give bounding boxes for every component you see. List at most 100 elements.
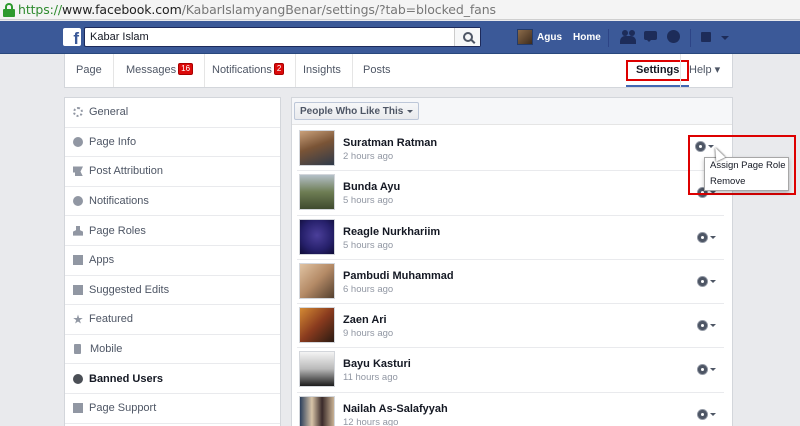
- person-name[interactable]: Zaen Ari: [343, 314, 387, 326]
- tab-posts[interactable]: Posts: [352, 54, 402, 87]
- list-item: Nailah As-Salafyyah 12 hours ago: [297, 393, 724, 426]
- list-item: Pambudi Muhammad 6 hours ago: [297, 260, 724, 305]
- profile-photo[interactable]: [299, 218, 335, 255]
- sidebar-item-general[interactable]: General: [65, 98, 280, 128]
- sidebar-item-page-support[interactable]: Page Support: [65, 394, 280, 424]
- tab-page[interactable]: Page: [65, 54, 114, 87]
- globe-icon: [73, 196, 83, 207]
- chevron-down-icon: [407, 110, 414, 116]
- messages-count-badge: 16: [178, 63, 194, 75]
- profile-link[interactable]: Agus: [537, 32, 562, 43]
- sidebar-item-apps[interactable]: Apps: [65, 246, 280, 276]
- tab-notifications[interactable]: Notifications 2: [201, 54, 297, 87]
- panel-header: People Who Like This: [292, 98, 732, 125]
- calendar-icon: [73, 284, 83, 295]
- gear-icon: [698, 409, 707, 419]
- person-name[interactable]: Bunda Ayu: [343, 181, 400, 193]
- profile-photo[interactable]: [299, 395, 335, 426]
- sidebar-item-page-roles[interactable]: Page Roles: [65, 216, 280, 246]
- list-item: Suratman Ratman 2 hours ago: [297, 127, 724, 172]
- tab-help[interactable]: Help ▾: [680, 54, 728, 87]
- tab-insights[interactable]: Insights: [292, 54, 353, 87]
- search-input[interactable]: Kabar Islam: [85, 31, 454, 43]
- sidebar-item-post-attribution[interactable]: Post Attribution: [65, 157, 280, 187]
- like-time: 5 hours ago: [343, 195, 394, 207]
- divider: [608, 29, 609, 47]
- ban-icon: [73, 373, 83, 384]
- sidebar-item-page-info[interactable]: Page Info: [65, 128, 280, 158]
- people-filter-dropdown[interactable]: People Who Like This: [294, 102, 420, 120]
- gear-icon: [73, 107, 83, 118]
- search-bar[interactable]: Kabar Islam: [84, 27, 481, 47]
- notifications-count-badge: 2: [273, 63, 285, 75]
- person-name[interactable]: Nailah As-Salafyyah: [343, 403, 448, 415]
- row-settings-button[interactable]: [698, 320, 720, 332]
- person-icon: [73, 225, 83, 236]
- row-settings-button[interactable]: [698, 276, 720, 288]
- page-navigation: Page Messages 16 Notifications 2 Insights …: [64, 54, 733, 88]
- list-item: Bayu Kasturi 11 hours ago: [297, 348, 724, 393]
- row-settings-button[interactable]: [698, 409, 720, 421]
- privacy-shortcuts-icon[interactable]: [700, 30, 712, 44]
- gear-icon: [698, 321, 707, 331]
- gear-icon: [698, 232, 707, 242]
- like-time: 9 hours ago: [343, 328, 394, 340]
- facebook-logo[interactable]: f: [63, 28, 81, 46]
- profile-photo[interactable]: [299, 174, 335, 211]
- lock-icon: [3, 2, 15, 17]
- like-time: 5 hours ago: [343, 239, 394, 251]
- person-name[interactable]: Pambudi Muhammad: [343, 270, 454, 282]
- url-text[interactable]: https://www.facebook.com/KabarIslamyangB…: [18, 2, 496, 17]
- notifications-globe-icon[interactable]: [666, 30, 682, 44]
- list-item: Reagle Nurkhariim 5 hours ago: [297, 216, 724, 260]
- mobile-phone-icon: [74, 344, 81, 355]
- settings-sidebar: General Page Info Post Attribution Notif…: [64, 97, 281, 426]
- sidebar-item-mobile[interactable]: Mobile: [65, 335, 280, 365]
- profile-photo[interactable]: [299, 307, 335, 344]
- sidebar-item-notifications[interactable]: Notifications: [65, 187, 280, 217]
- row-settings-button[interactable]: [698, 232, 720, 244]
- info-icon: [73, 136, 83, 147]
- sidebar-item-suggested-edits[interactable]: Suggested Edits: [65, 276, 280, 306]
- cube-icon: [73, 255, 83, 266]
- profile-photo[interactable]: [299, 130, 335, 166]
- messages-icon[interactable]: [643, 30, 659, 44]
- like-time: 6 hours ago: [343, 283, 394, 295]
- home-link[interactable]: Home: [573, 32, 601, 43]
- people-panel: People Who Like This Suratman Ratman 2 h…: [291, 97, 733, 426]
- sidebar-item-banned-users[interactable]: Banned Users: [65, 364, 280, 394]
- search-button[interactable]: [454, 28, 480, 46]
- user-avatar[interactable]: [517, 29, 533, 45]
- gear-icon: [696, 142, 705, 151]
- row-settings-menu: Assign Page Role Remove: [704, 157, 789, 191]
- gear-icon: [698, 365, 707, 375]
- like-time: 2 hours ago: [343, 151, 394, 162]
- like-time: 12 hours ago: [343, 416, 399, 426]
- list-item: Bunda Ayu 5 hours ago: [297, 171, 724, 216]
- person-name[interactable]: Bayu Kasturi: [343, 358, 411, 370]
- account-menu-chevron-down-icon[interactable]: [721, 36, 729, 44]
- star-icon: [73, 314, 83, 324]
- facebook-square-icon: [73, 403, 83, 414]
- facebook-top-bar: f Kabar Islam Agus Home: [0, 21, 800, 54]
- profile-photo[interactable]: [299, 351, 335, 388]
- row-settings-button[interactable]: [698, 364, 720, 376]
- tab-messages[interactable]: Messages 16: [115, 54, 206, 87]
- person-name[interactable]: Suratman Ratman: [343, 137, 437, 149]
- divider: [690, 29, 691, 47]
- flag-icon: [73, 166, 83, 177]
- chevron-down-icon: [710, 279, 716, 286]
- person-name[interactable]: Reagle Nurkhariim: [343, 226, 440, 238]
- search-icon: [462, 32, 473, 42]
- list-item: Zaen Ari 9 hours ago: [297, 304, 724, 349]
- chevron-down-icon: [710, 324, 716, 330]
- menu-item-remove[interactable]: Remove: [705, 174, 788, 190]
- gear-icon: [698, 276, 707, 286]
- chevron-down-icon: [710, 235, 716, 242]
- address-bar[interactable]: https://www.facebook.com/KabarIslamyangB…: [0, 0, 800, 20]
- sidebar-item-featured[interactable]: Featured: [65, 305, 280, 335]
- like-time: 11 hours ago: [343, 372, 398, 384]
- friend-requests-icon[interactable]: [620, 30, 636, 44]
- chevron-down-icon: [710, 368, 716, 374]
- profile-photo[interactable]: [299, 262, 335, 299]
